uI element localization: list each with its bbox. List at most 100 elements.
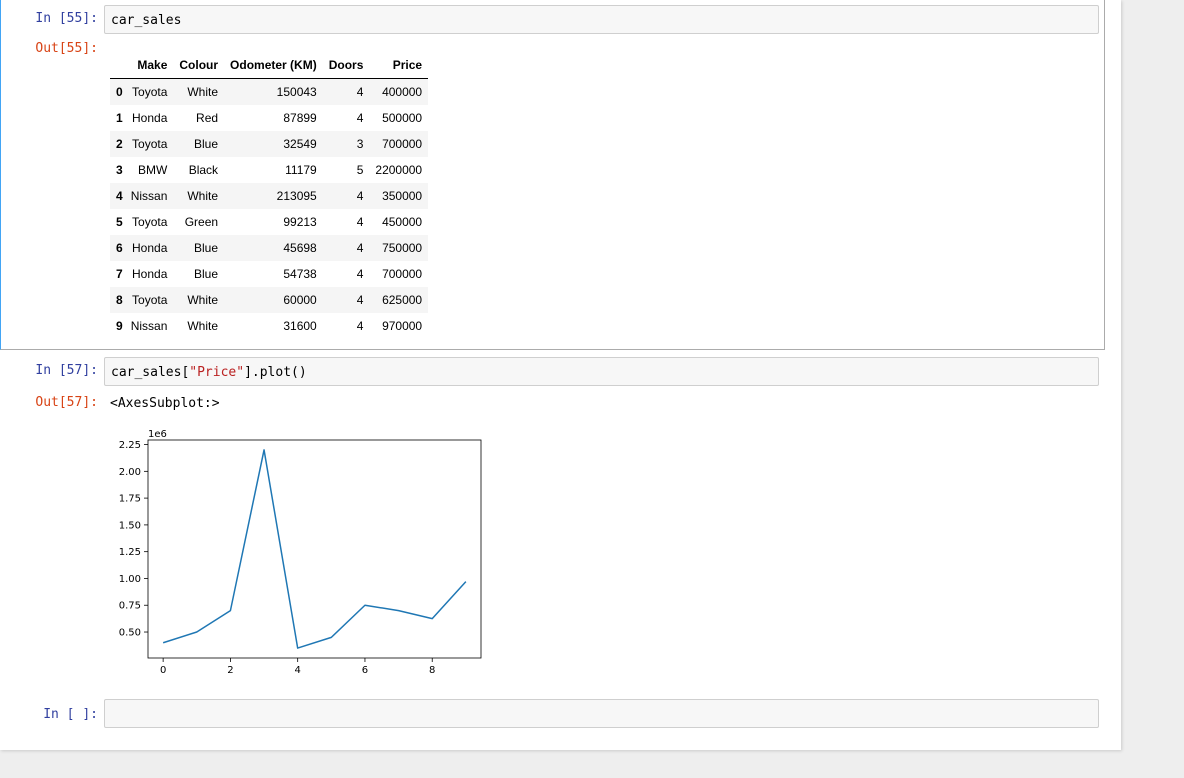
table-header-make: Make <box>124 52 174 79</box>
table-header-price: Price <box>369 52 429 79</box>
table-cell-colour: Blue <box>194 241 219 255</box>
table-header-row: Make Colour Odometer (KM) Doors Price <box>110 52 429 79</box>
table-cell-colour: White <box>187 189 219 203</box>
empty-cell-input-prompt: In [ ]: <box>43 707 98 722</box>
price-line-chart: 0 2 4 6 8 0.50 0.75 1.00 1.25 1.50 1.75 2.00 2.25 1e6 <box>119 429 482 676</box>
x-tick-label: 6 <box>362 665 368 676</box>
table-row: 1 Honda Red 87899 4 500000 <box>110 105 428 131</box>
table-cell-odometer: 11179 <box>285 163 317 177</box>
table-cell-doors: 4 <box>356 319 364 333</box>
table-row: 0 Toyota White 150043 4 400000 <box>110 78 429 105</box>
table-cell-price: 700000 <box>382 267 423 281</box>
table-cell-colour: White <box>187 293 219 307</box>
y-tick-label: 2.00 <box>119 467 141 478</box>
table-cell-price: 350000 <box>382 189 423 203</box>
cell-57-output-prompt: Out[57]: <box>35 395 98 410</box>
cell-55-code-text: car_sales <box>111 13 182 28</box>
table-cell-odometer: 32549 <box>283 137 317 151</box>
table-cell-odometer: 45698 <box>283 241 317 255</box>
y-tick-label: 1.00 <box>119 574 141 585</box>
table-cell-price: 700000 <box>382 137 423 151</box>
table-header-index <box>110 52 125 79</box>
table-cell-price: 970000 <box>382 319 423 333</box>
table-cell-colour: Red <box>196 111 219 125</box>
table-cell-price: 625000 <box>382 293 423 307</box>
table-cell-make: Nissan <box>130 189 168 203</box>
cell-55-input-prompt: In [55]: <box>35 11 98 26</box>
table-cell-index: 5 <box>116 215 123 229</box>
code-token-prefix: car_sales[ <box>111 365 190 380</box>
y-tick-label: 1.25 <box>119 547 141 558</box>
table-cell-doors: 5 <box>356 163 364 177</box>
table-row: 3 BMW Black 11179 5 2200000 <box>110 157 428 183</box>
y-tick-label: 0.50 <box>119 628 141 639</box>
table-cell-doors: 4 <box>356 293 364 307</box>
dataframe-table: Make Colour Odometer (KM) Doors Price 0T… <box>110 52 429 339</box>
table-cell-price: 450000 <box>382 215 423 229</box>
table-cell-doors: 4 <box>356 241 364 255</box>
table-cell-index: 0 <box>116 85 123 99</box>
table-cell-price: 400000 <box>382 85 423 99</box>
table-header-colour: Colour <box>173 52 225 79</box>
table-cell-colour: White <box>187 85 219 99</box>
table-cell-odometer: 54738 <box>283 267 317 281</box>
plot-frame <box>147 439 482 659</box>
table-cell-doors: 4 <box>356 215 364 229</box>
x-tick-label: 0 <box>160 665 166 676</box>
table-cell-make: BMW <box>138 163 168 177</box>
table-cell-colour: Black <box>188 163 219 177</box>
x-tick-label: 4 <box>294 665 300 676</box>
x-tick-label: 2 <box>227 665 233 676</box>
price-series-line <box>162 449 467 649</box>
cell-57-code-text: car_sales["Price"].plot() <box>111 365 307 380</box>
table-row: 9 Nissan White 31600 4 970000 <box>110 313 428 339</box>
table-cell-make: Honda <box>132 111 168 125</box>
y-tick-label: 2.25 <box>119 440 141 451</box>
table-cell-make: Toyota <box>132 137 168 151</box>
table-cell-index: 7 <box>116 267 123 281</box>
table-row: 5 Toyota Green 99213 4 450000 <box>110 209 428 235</box>
y-offset-label: 1e6 <box>148 429 167 440</box>
y-tick-label: 0.75 <box>119 601 141 612</box>
table-cell-price: 750000 <box>382 241 423 255</box>
table-cell-colour: Green <box>184 215 219 229</box>
table-cell-index: 9 <box>116 319 123 333</box>
table-cell-odometer: 87899 <box>283 111 317 125</box>
table-cell-doors: 3 <box>356 137 364 151</box>
table-cell-make: Toyota <box>132 215 168 229</box>
table-cell-colour: Blue <box>194 137 219 151</box>
table-cell-odometer: 213095 <box>276 189 317 203</box>
table-header-doors: Doors <box>322 52 370 79</box>
notebook-container: In [55]: car_sales Out[55]: Make Colour … <box>0 0 1121 750</box>
table-cell-odometer: 99213 <box>283 215 317 229</box>
y-tick-label: 1.75 <box>119 494 141 505</box>
table-header-odometer: Odometer (KM) <box>224 52 323 79</box>
empty-cell-code-input[interactable] <box>104 699 1099 728</box>
cell-55-output-prompt: Out[55]: <box>35 41 98 56</box>
table-cell-make: Toyota <box>132 293 168 307</box>
table-cell-colour: Blue <box>194 267 219 281</box>
table-cell-make: Nissan <box>130 319 168 333</box>
cell-57-output-text: <AxesSubplot:> <box>110 396 220 411</box>
table-row: 2 Toyota Blue 32549 3 700000 <box>110 131 429 157</box>
table-cell-price: 500000 <box>382 111 423 125</box>
cell-55-code-input[interactable]: car_sales <box>104 5 1099 34</box>
table-cell-price: 2200000 <box>375 163 423 177</box>
table-cell-odometer: 150043 <box>276 85 317 99</box>
x-tick-label: 8 <box>429 665 435 676</box>
table-cell-index: 6 <box>116 241 123 255</box>
table-cell-colour: White <box>187 319 219 333</box>
table-cell-index: 2 <box>116 137 123 151</box>
table-row: 7 Honda Blue 54738 4 700000 <box>110 261 428 287</box>
cell-57-input-prompt: In [57]: <box>35 363 98 378</box>
cell-57-code-input[interactable]: car_sales["Price"].plot() <box>104 357 1099 386</box>
table-cell-odometer: 31600 <box>283 319 317 333</box>
code-token-suffix: ].plot() <box>244 365 307 380</box>
table-cell-make: Toyota <box>132 85 168 99</box>
code-token-string: "Price" <box>189 365 245 380</box>
table-cell-doors: 4 <box>356 85 364 99</box>
table-row: 6 Honda Blue 45698 4 750000 <box>110 235 429 261</box>
table-cell-doors: 4 <box>356 189 364 203</box>
table-cell-make: Honda <box>132 267 168 281</box>
table-cell-doors: 4 <box>356 111 364 125</box>
